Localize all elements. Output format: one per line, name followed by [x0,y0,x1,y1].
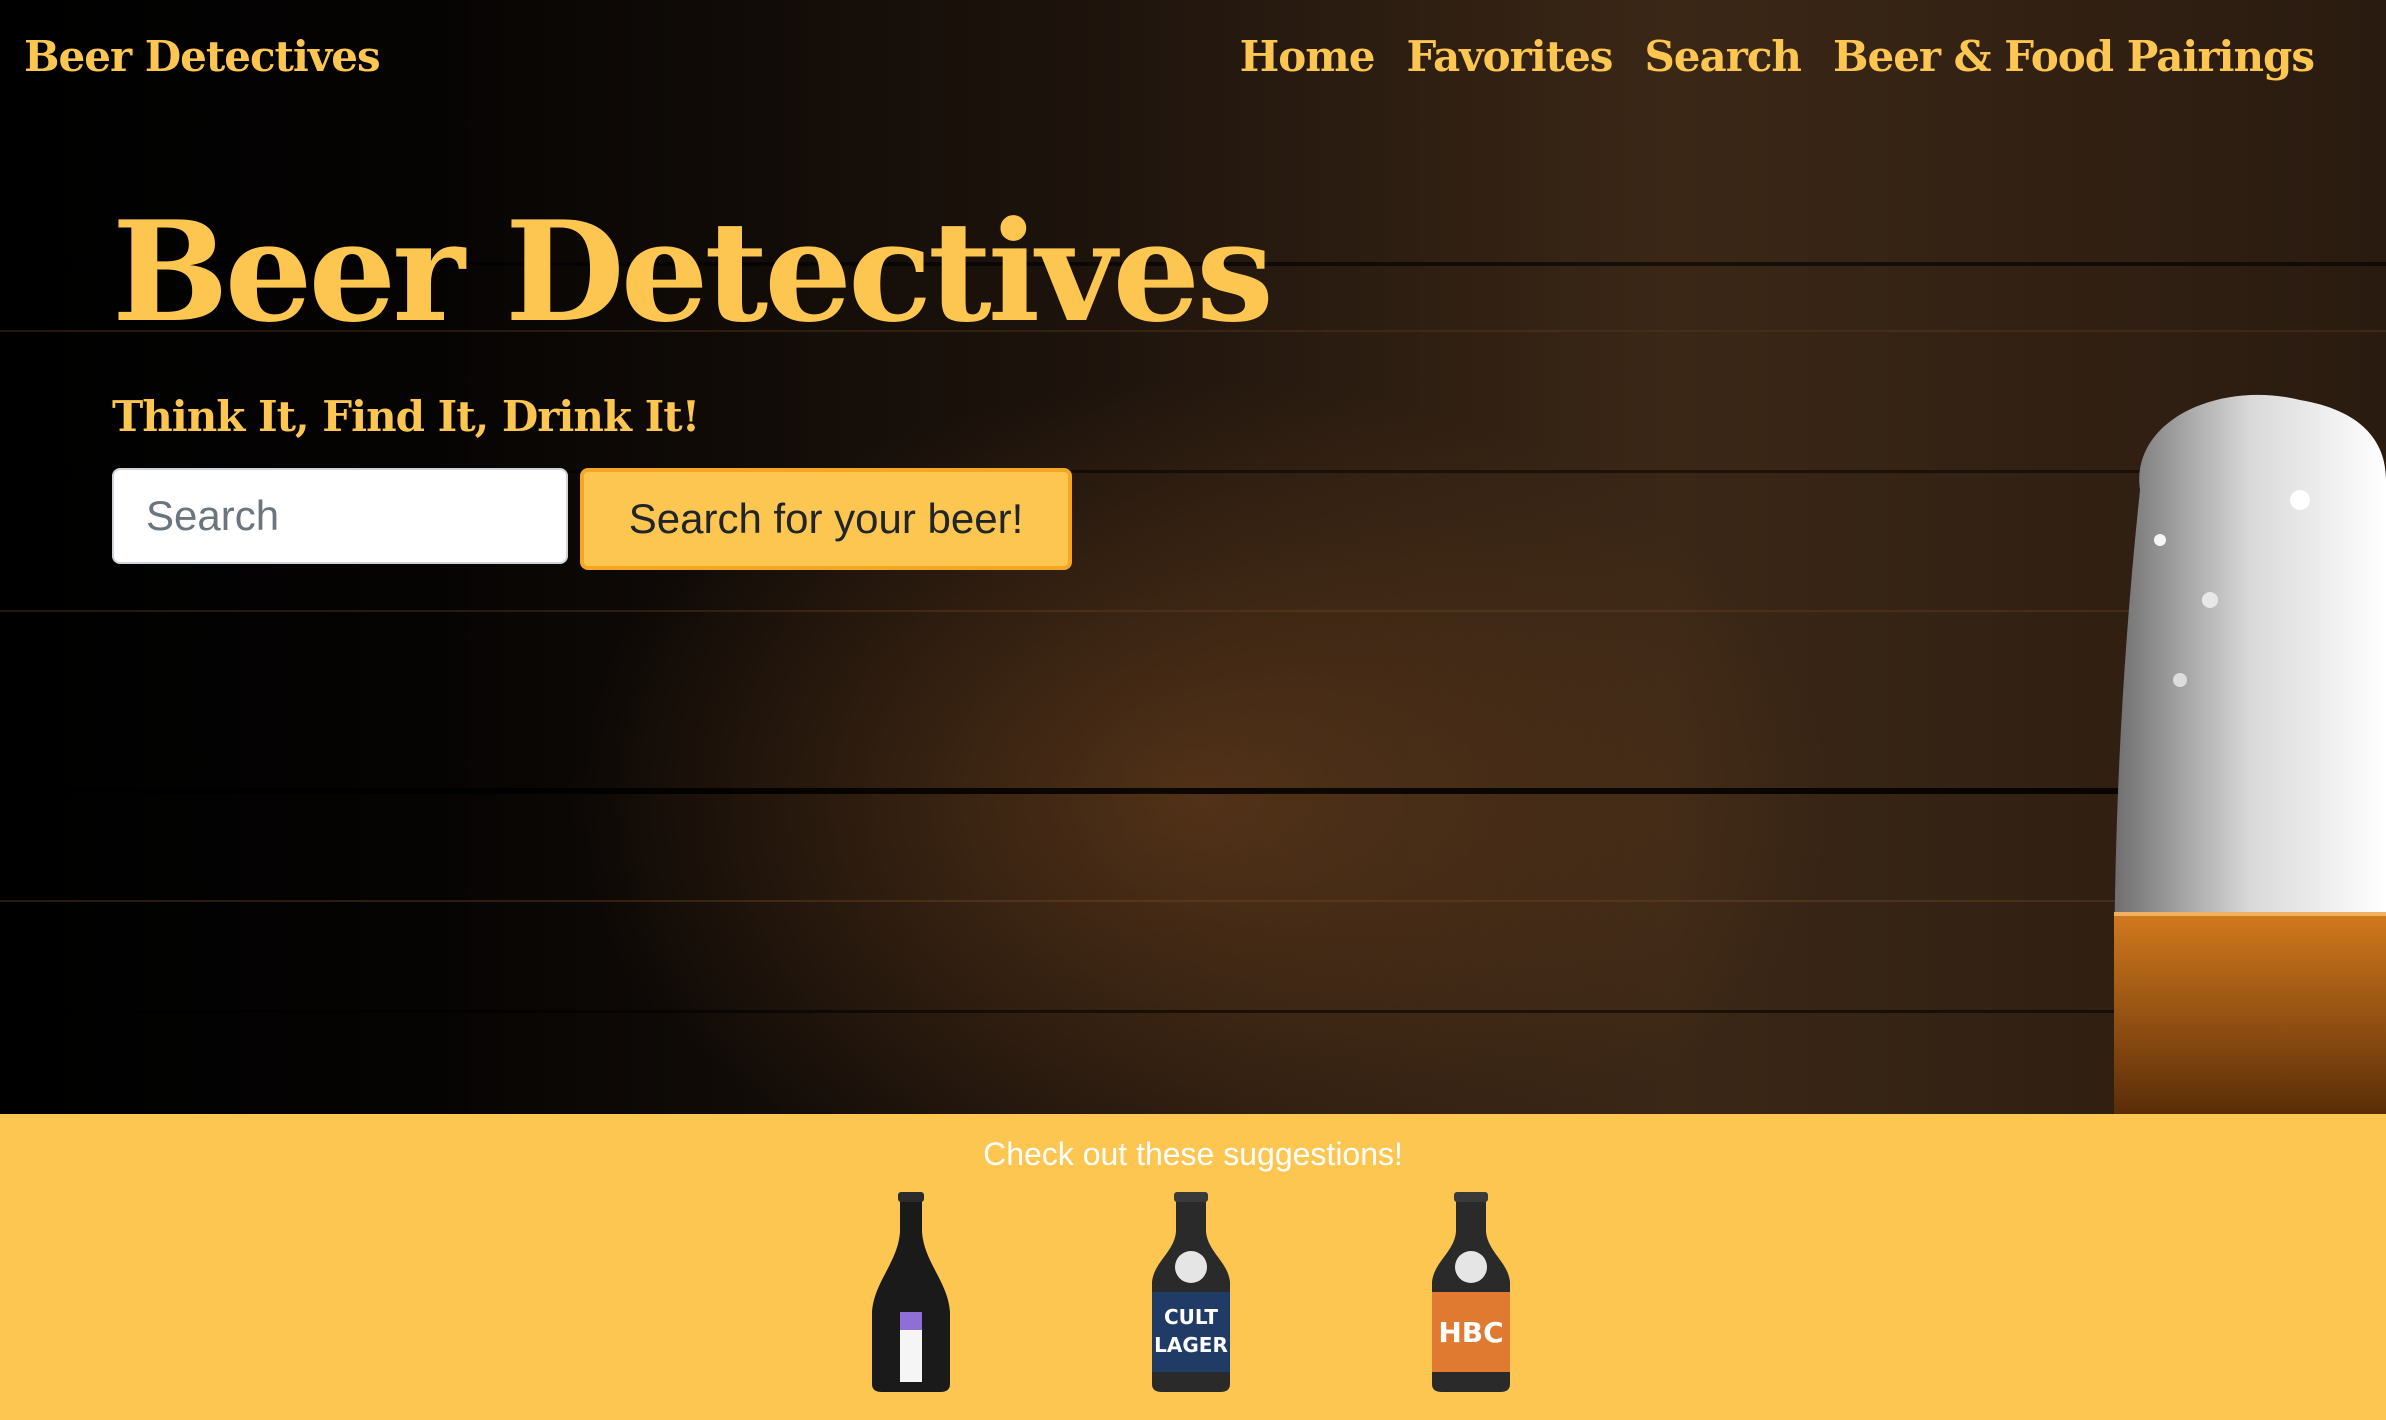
nav-favorites[interactable]: Favorites [1406,32,1613,81]
svg-text:HBC: HBC [1438,1316,1503,1349]
suggestion-hbc-bottle[interactable]: HBC [1430,1192,1512,1392]
svg-text:LAGER: LAGER [1154,1333,1228,1357]
suggestions-section: Check out these suggestions! CULT LAGER … [0,1114,2386,1420]
nav-beer-food-pairings[interactable]: Beer & Food Pairings [1833,32,2315,81]
hero-title: Beer Detectives [112,190,1274,353]
nav-search[interactable]: Search [1644,32,1802,81]
wood-grain [0,900,2386,902]
navbar: Beer Detectives Home Favorites Search Be… [0,0,2386,120]
brand-link[interactable]: Beer Detectives [24,32,381,81]
beer-glass-image [2114,394,2386,1114]
nav-home[interactable]: Home [1240,32,1376,81]
hero-tagline: Think It, Find It, Drink It! [112,392,700,441]
svg-text:CULT: CULT [1164,1305,1218,1329]
nav-links: Home Favorites Search Beer & Food Pairin… [1240,32,2315,81]
search-button[interactable]: Search for your beer! [580,468,1072,570]
search-input[interactable] [112,468,568,564]
wood-grain [0,610,2386,612]
wood-plank-seam [0,1010,2386,1013]
suggestions-title: Check out these suggestions! [983,1136,1403,1172]
hero-section: Beer Detectives Home Favorites Search Be… [0,0,2386,1114]
suggestion-dark-bottle[interactable] [870,1192,952,1392]
suggestion-cult-lager-bottle[interactable]: CULT LAGER [1150,1192,1232,1392]
wood-plank-seam [0,788,2386,794]
